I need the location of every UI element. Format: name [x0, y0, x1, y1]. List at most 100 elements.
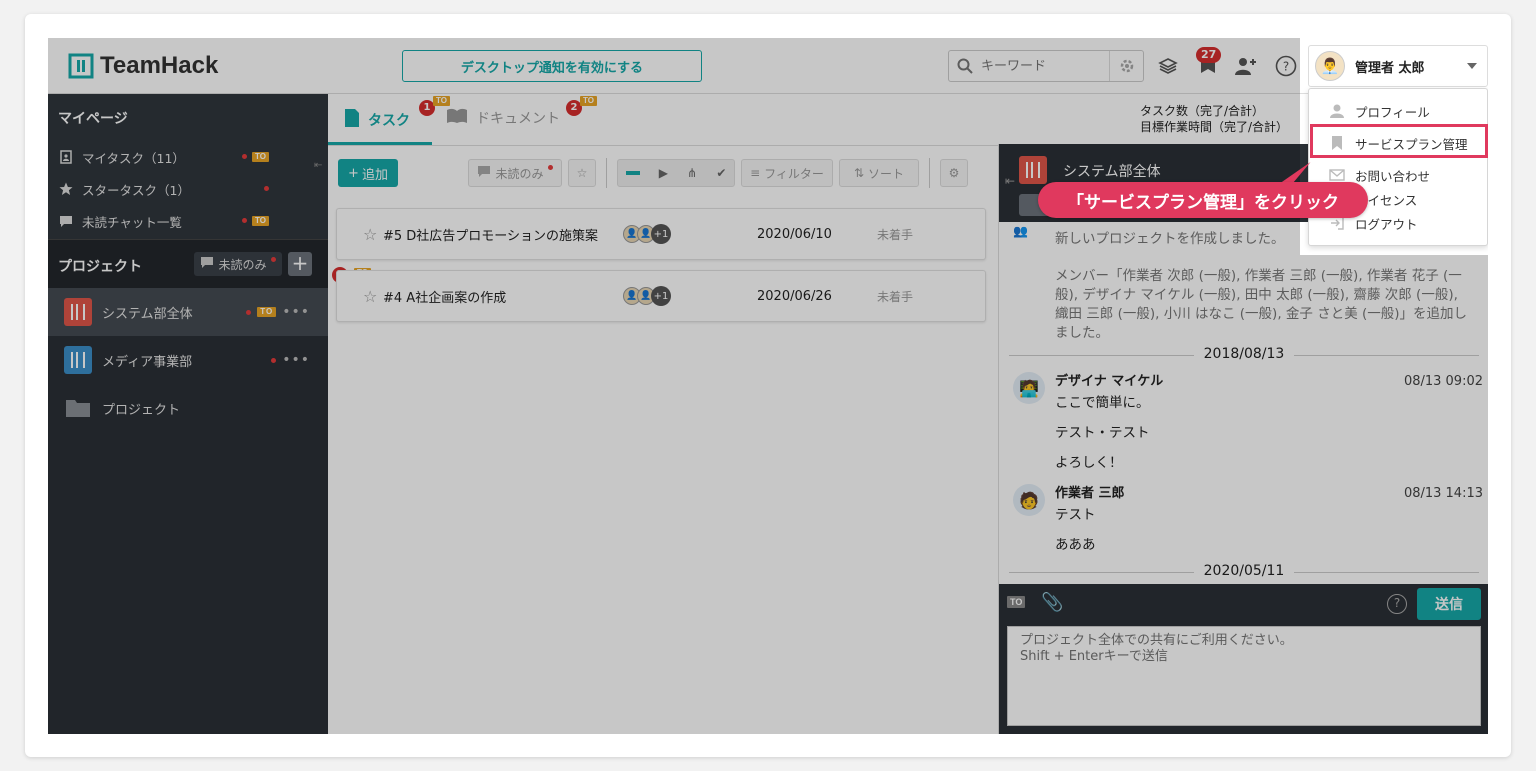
task-count-label: タスク数（完了/合計） [1140, 104, 1265, 118]
add-label: 追加 [361, 167, 388, 183]
chevron-down-icon [1467, 63, 1477, 69]
book-icon [446, 108, 468, 128]
task-stats: タスク数（完了/合計） 目標作業時間（完了/合計） [1140, 103, 1288, 135]
search-input[interactable] [981, 58, 1101, 74]
unread-only-toggle[interactable]: 未読のみ [194, 252, 282, 276]
date-separator: 2018/08/13 [999, 345, 1488, 364]
unread-dot [242, 218, 247, 223]
more-icon[interactable]: ••• [282, 352, 310, 368]
layers-icon[interactable] [1156, 54, 1180, 78]
sidebar-item-label: マイタスク（11） [82, 150, 185, 166]
system-message: 新しいプロジェクトを作成しました。 メンバー「作業者 次郎 (一般), 作業者 … [1055, 230, 1475, 343]
help-icon[interactable]: ? [1387, 594, 1407, 614]
collapse-chat-icon[interactable]: ⇤ [1005, 174, 1015, 188]
star-outline-icon[interactable]: ☆ [363, 287, 377, 306]
sidebar-item-label: スタータスク（1） [82, 182, 190, 198]
tab-tasks[interactable]: タスク [344, 108, 410, 132]
avatar: 🧑 [1013, 484, 1045, 516]
active-tab-indicator [328, 142, 432, 145]
tab-label: タスク [368, 113, 410, 129]
avatar: 👥 [1013, 224, 1028, 238]
filter-label: フィルター [764, 166, 824, 181]
message-author: 作業者 三郎 [1055, 486, 1125, 501]
help-icon[interactable]: ? [1274, 54, 1298, 78]
projects-header: プロジェクト 未読のみ + [48, 240, 328, 288]
chat-bubble-icon [200, 256, 214, 272]
star-filter-button[interactable]: ☆ [568, 159, 596, 187]
attachment-icon[interactable]: 📎 [1041, 592, 1063, 613]
sort-icon: ⇅ [853, 166, 865, 180]
message-line: テスト [1055, 507, 1096, 523]
unread-dot [246, 309, 252, 315]
user-name: 管理者 太郎 [1355, 60, 1425, 76]
projects-title: プロジェクト [58, 259, 142, 275]
sort-button[interactable]: ⇅ ソート [839, 159, 919, 187]
to-mention-button[interactable]: TO [1007, 596, 1026, 608]
user-avatar: 👨‍💼 [1315, 51, 1345, 81]
document-icon [344, 108, 360, 132]
menu-item-label: ログアウト [1355, 216, 1418, 232]
menu-item-label: プロフィール [1355, 104, 1430, 120]
play-icon[interactable]: ▶ [659, 166, 668, 180]
filter-button[interactable]: ≡ フィルター [741, 159, 833, 187]
collapse-sidebar-icon[interactable]: ⇤ [314, 160, 322, 171]
project-icon [1019, 156, 1047, 184]
sidebar-item-star-tasks[interactable]: スタータスク（1） [58, 178, 190, 200]
svg-text:?: ? [1283, 60, 1289, 74]
sidebar-project-folder[interactable]: プロジェクト [48, 384, 328, 432]
task-row[interactable]: ☆ #5 D社広告プロモーションの施策案 👤 👤 +1 2020/06/10 未着手 [336, 208, 986, 260]
sidebar-item-label: 未読チャット一覧 [82, 214, 182, 230]
highlight-box [1310, 124, 1488, 158]
message-input[interactable] [1007, 626, 1481, 726]
app-logo[interactable]: TeamHack [68, 52, 218, 80]
message-line: テスト・テスト [1055, 425, 1150, 441]
task-panel: タスク 1 TO ドキュメント 2 TO タスク数（完了/合計） 目標作業時間（… [328, 94, 1488, 734]
project-icon [64, 346, 92, 374]
chat-project-name: システム部全体 [1063, 164, 1161, 180]
member-message-text: メンバー「作業者 次郎 (一般), 作業者 三郎 (一般), 作業者 花子 (一… [1055, 268, 1468, 341]
project-label: システム部全体 [102, 306, 193, 322]
sidebar-item-my-tasks[interactable]: マイタスク（11） [58, 146, 185, 168]
instruction-callout: 「サービスプラン管理」をクリック [1038, 182, 1368, 218]
mypage-section: マイページ マイタスク（11） TO スタータスク（1） 未読チャット一覧 TO… [48, 94, 328, 240]
add-user-icon[interactable] [1234, 54, 1258, 78]
tab-documents[interactable]: ドキュメント [446, 108, 560, 128]
more-icon[interactable]: ••• [282, 304, 310, 320]
top-bar: TeamHack デスクトップ通知を有効にする 27 ? 👨‍💼 管理者 太 [48, 38, 1488, 94]
user-menu-toggle[interactable]: 👨‍💼 管理者 太郎 [1308, 45, 1488, 87]
task-date: 2020/06/26 [757, 288, 832, 304]
unread-dot [270, 256, 276, 262]
project-icon [64, 298, 92, 326]
message-composer: TO 📎 ? 送信 [999, 584, 1488, 734]
app-name: TeamHack [100, 52, 219, 79]
sidebar-item-unread-chats[interactable]: 未読チャット一覧 [58, 210, 182, 232]
unread-dot [547, 164, 553, 170]
to-badge: TO [580, 96, 597, 106]
menu-item-profile[interactable]: プロフィール [1309, 97, 1488, 125]
search-settings-gear-icon[interactable] [1109, 51, 1143, 81]
sidebar-project-media[interactable]: メディア事業部 ••• [48, 336, 328, 384]
star-outline-icon: ☆ [576, 166, 588, 180]
date-separator: 2020/05/11 [999, 562, 1488, 581]
unread-dot [271, 357, 277, 363]
filter-icon: ≡ [750, 166, 761, 180]
unread-only-filter-button[interactable]: 未読のみ [468, 159, 562, 187]
to-badge: TO [257, 307, 277, 317]
enable-desktop-notifications-button[interactable]: デスクトップ通知を有効にする [402, 50, 702, 82]
message-list: 👥 新しいプロジェクトを作成しました。 メンバー「作業者 次郎 (一般), 作業… [999, 222, 1488, 584]
chat-bubble-icon [477, 165, 491, 181]
send-button[interactable]: 送信 [1417, 588, 1481, 620]
sidebar-project-system[interactable]: システム部全体 TO ••• [48, 288, 328, 336]
task-row[interactable]: ☆ #4 A社企画案の作成 👤 👤 +1 2020/06/26 未着手 [336, 270, 986, 322]
pause-icon[interactable]: ⋔ [687, 166, 697, 180]
not-started-icon[interactable] [625, 171, 640, 175]
to-badge: TO [252, 152, 269, 162]
add-task-button[interactable]: + 追加 [338, 159, 398, 187]
project-label: プロジェクト [102, 402, 181, 418]
message-time: 08/13 09:02 [1403, 374, 1483, 389]
star-outline-icon[interactable]: ☆ [363, 225, 377, 244]
check-icon[interactable]: ✔ [716, 166, 726, 180]
add-project-button[interactable]: + [288, 252, 312, 276]
task-settings-gear-icon[interactable]: ⚙ [940, 159, 968, 187]
clipboard-icon [58, 149, 74, 165]
